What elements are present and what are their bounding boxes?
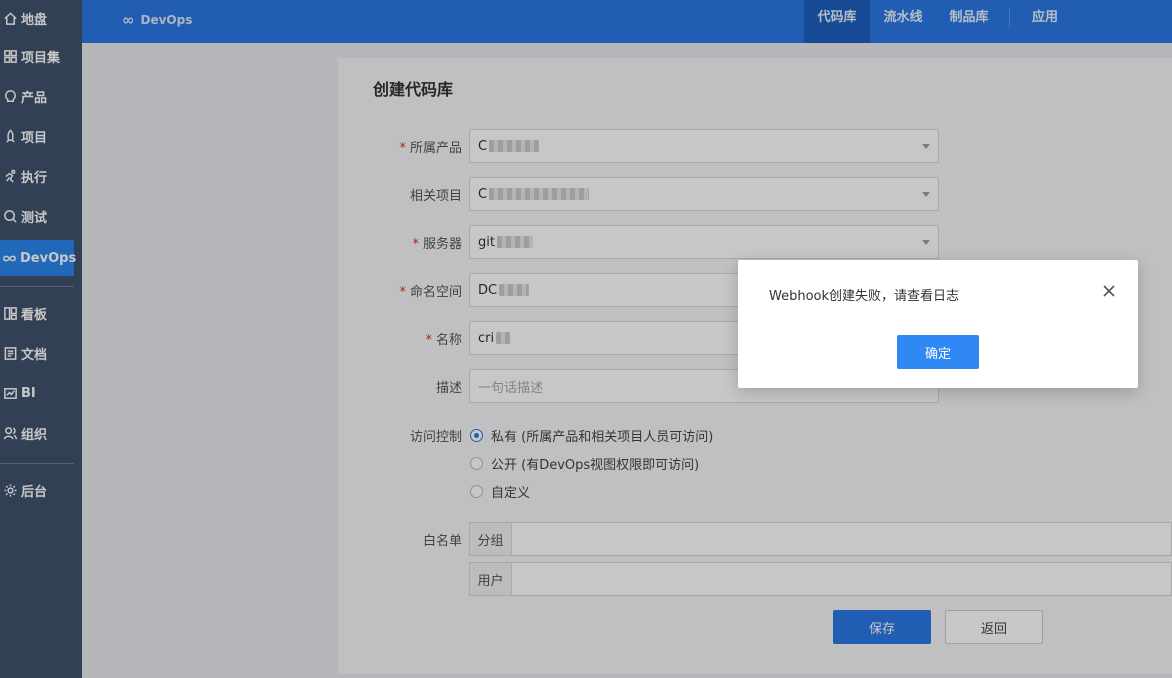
confirm-button[interactable]: 确定 [897, 335, 979, 369]
alert-dialog: Webhook创建失败，请查看日志 确定 [738, 260, 1138, 388]
close-icon[interactable] [1102, 284, 1116, 298]
dialog-message: Webhook创建失败，请查看日志 [769, 289, 960, 304]
